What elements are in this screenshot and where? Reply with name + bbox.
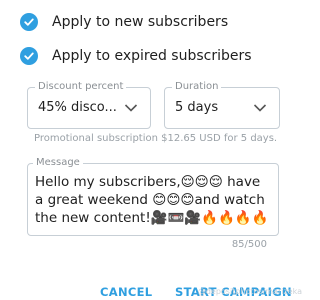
option-label: Apply to new subscribers [52,14,229,30]
option-expired-subscribers[interactable]: Apply to expired subscribers [20,45,252,67]
duration-value: 5 days [175,100,219,115]
campaign-dialog: Apply to new subscribers Apply to expire… [0,0,308,300]
discount-legend: Discount percent [35,81,127,92]
watermark: @depositphotos/marizeka [197,287,302,296]
character-counter: 85/500 [231,239,267,250]
promo-hint: Promotional subscription $12.65 USD for … [34,133,278,144]
chevron-down-icon [253,104,267,112]
discount-percent-select[interactable]: Discount percent 45% disco... [27,81,151,129]
message-textarea[interactable]: Message Hello my subscribers,😌😌😌 have a … [27,157,279,236]
message-text[interactable]: Hello my subscribers,😌😌😌 have a great we… [35,173,272,227]
option-label: Apply to expired subscribers [52,48,252,64]
checkmark-icon[interactable] [20,47,38,65]
chevron-down-icon [124,104,138,112]
message-legend: Message [33,157,83,168]
duration-legend: Duration [172,81,222,92]
checkmark-icon[interactable] [20,13,38,31]
cancel-button[interactable]: CANCEL [100,285,152,299]
option-new-subscribers[interactable]: Apply to new subscribers [20,11,228,33]
discount-value: 45% disco... [38,100,117,115]
duration-select[interactable]: Duration 5 days [164,81,280,129]
